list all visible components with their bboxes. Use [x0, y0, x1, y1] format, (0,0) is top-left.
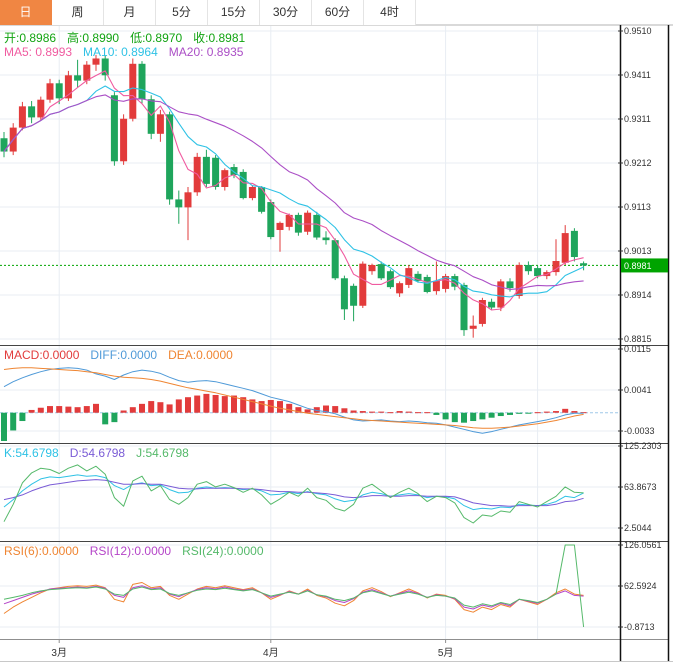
ma20-line — [4, 95, 584, 290]
month-labels: 3月 4月 5月 — [51, 639, 453, 659]
svg-text:0.9311: 0.9311 — [624, 114, 651, 124]
svg-text:0.9411: 0.9411 — [624, 70, 651, 80]
svg-text:126.0561: 126.0561 — [624, 540, 662, 550]
diff-line — [4, 368, 584, 433]
tab-60min[interactable]: 60分 — [312, 0, 364, 25]
timeframe-toolbar: 日 周 月 5分 15分 30分 60分 4时 — [0, 0, 673, 25]
svg-text:0.9113: 0.9113 — [624, 202, 651, 212]
price-axis-labels: 0.9510 0.9411 0.9311 0.9212 0.9113 0.9013 0.89… — [618, 26, 662, 632]
svg-text:4月: 4月 — [263, 647, 279, 659]
macd-histogram — [0, 394, 620, 441]
svg-text:3月: 3月 — [51, 647, 67, 659]
svg-text:0.8981: 0.8981 — [624, 261, 652, 271]
svg-text:0.9510: 0.9510 — [624, 26, 652, 36]
tab-5min[interactable]: 5分 — [156, 0, 208, 25]
svg-text:0.8914: 0.8914 — [624, 290, 652, 300]
svg-text:0.0041: 0.0041 — [624, 385, 652, 395]
svg-text:-0.0033: -0.0033 — [624, 426, 655, 436]
j-line — [4, 465, 584, 523]
trading-chart-app: { "toolbar": { "tabs": [ {"label": "日", … — [0, 0, 673, 665]
svg-text:63.8673: 63.8673 — [624, 482, 657, 492]
tab-month[interactable]: 月 — [104, 0, 156, 25]
tab-day[interactable]: 日 — [0, 0, 52, 25]
tab-30min[interactable]: 30分 — [260, 0, 312, 25]
chart-canvas[interactable]: 0.9510 0.9411 0.9311 0.9212 0.9113 0.9013 0.89… — [0, 0, 673, 665]
dea-line — [4, 368, 584, 428]
svg-text:5月: 5月 — [438, 647, 454, 659]
rsi12-line — [4, 586, 584, 609]
gridlines — [0, 25, 620, 639]
panel-separators — [0, 25, 673, 662]
svg-text:0.9013: 0.9013 — [624, 246, 652, 256]
current-price-tag: 0.8981 — [621, 258, 668, 272]
ma5-line — [4, 71, 584, 310]
tab-week[interactable]: 周 — [52, 0, 104, 25]
svg-text:125.2303: 125.2303 — [624, 441, 662, 451]
svg-text:0.9212: 0.9212 — [624, 158, 652, 168]
svg-text:62.5924: 62.5924 — [624, 581, 657, 591]
svg-text:-0.8713: -0.8713 — [624, 622, 655, 632]
svg-text:0.0115: 0.0115 — [624, 344, 651, 354]
svg-text:0.8815: 0.8815 — [624, 334, 652, 344]
svg-text:2.5044: 2.5044 — [624, 523, 652, 533]
tab-4hour[interactable]: 4时 — [364, 0, 416, 25]
tab-15min[interactable]: 15分 — [208, 0, 260, 25]
